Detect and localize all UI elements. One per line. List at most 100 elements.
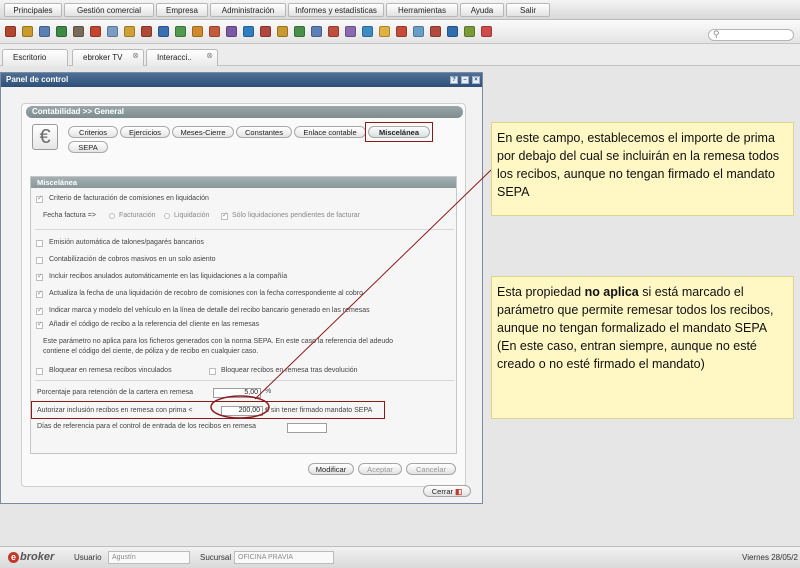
toolbar-icon[interactable] — [311, 26, 322, 37]
callout-no-aplica: Esta propiedad no aplica si está marcado… — [491, 276, 794, 419]
radio-liquidacion-label: Liquidación — [174, 212, 210, 219]
callout-importe-prima: En este campo, establecemos el importe d… — [491, 122, 794, 216]
close-icon[interactable]: ⊗ — [132, 48, 139, 63]
tab-meses-cierre[interactable]: Meses-Cierre — [172, 126, 234, 138]
toolbar-icon[interactable] — [175, 26, 186, 37]
tab-ebroker-tv[interactable]: ebroker TV ⊗ — [72, 49, 144, 66]
toolbar-icon[interactable] — [362, 26, 373, 37]
solo-liquidaciones-checkbox[interactable] — [221, 211, 228, 220]
menu-informes[interactable]: Informes y estadísticas — [288, 3, 384, 17]
toolbar-icon[interactable] — [192, 26, 203, 37]
toolbar-icon[interactable] — [413, 26, 424, 37]
modificar-button[interactable]: Modificar — [308, 463, 354, 475]
help-icon[interactable]: ? — [450, 76, 458, 84]
toolbar-icon[interactable] — [56, 26, 67, 37]
actualiza-fecha-checkbox[interactable] — [36, 289, 43, 298]
marca-modelo-label: Indicar marca y modelo del vehículo en l… — [49, 307, 370, 314]
solo-liquidaciones-label: Sólo liquidaciones pendientes de factura… — [232, 212, 361, 219]
aceptar-button[interactable]: Aceptar — [358, 463, 402, 475]
minimize-icon[interactable]: – — [461, 76, 469, 84]
tab-label: Escritorio — [13, 53, 47, 62]
panel-titlebar: Panel de control ? – × — [1, 73, 482, 87]
toolbar-icon[interactable] — [90, 26, 101, 37]
porcentaje-unit: % — [265, 388, 272, 395]
bloquear-devolucion-checkbox[interactable] — [209, 368, 216, 375]
dias-label: Días de referencia para el control de en… — [37, 423, 257, 430]
actualiza-fecha-label: Actualiza la fecha de una liquidación de… — [49, 290, 364, 297]
toolbar-icon[interactable] — [260, 26, 271, 37]
toolbar-icon[interactable] — [464, 26, 475, 37]
toolbar-icon[interactable] — [5, 26, 16, 37]
codigo-recibo-label: Añadir el código de recibo a la referenc… — [49, 321, 260, 328]
toolbar-icon[interactable] — [379, 26, 390, 37]
toolbar-icon[interactable] — [124, 26, 135, 37]
divider — [35, 229, 454, 230]
miscelanea-group: Miscelánea Criterio de facturación de co… — [30, 176, 457, 454]
cancelar-button[interactable]: Cancelar — [406, 463, 456, 475]
tab-enlace-contable[interactable]: Enlace contable — [294, 126, 366, 138]
toolbar-icon[interactable] — [294, 26, 305, 37]
panel-title: Panel de control — [6, 75, 69, 84]
toolbar-icon[interactable] — [39, 26, 50, 37]
codigo-recibo-checkbox[interactable] — [36, 320, 43, 329]
radio-facturacion[interactable] — [109, 213, 115, 219]
bloquear-vinculados-label: Bloquear en remesa recibos vinculados — [49, 367, 172, 374]
cerrar-button[interactable]: Cerrar ◧ — [423, 485, 471, 497]
close-icon[interactable]: × — [472, 76, 480, 84]
recibos-anulados-checkbox[interactable] — [36, 272, 43, 281]
global-search-input[interactable]: ⚲ — [708, 29, 794, 41]
radio-liquidacion[interactable] — [164, 213, 170, 219]
emision-checkbox[interactable] — [36, 240, 43, 247]
date-display: Viernes 28/05/2 — [742, 553, 798, 562]
toolbar-icon[interactable] — [430, 26, 441, 37]
toolbar-icon[interactable] — [243, 26, 254, 37]
marca-modelo-checkbox[interactable] — [36, 306, 43, 315]
toolbar-icon[interactable] — [107, 26, 118, 37]
toolbar-icon[interactable] — [328, 26, 339, 37]
menu-empresa[interactable]: Empresa — [156, 3, 208, 17]
callout-text: Esta propiedad — [497, 285, 585, 299]
tab-constantes[interactable]: Constantes — [236, 126, 292, 138]
toolbar-icon[interactable] — [396, 26, 407, 37]
tab-escritorio[interactable]: Escritorio — [2, 49, 68, 66]
radio-facturacion-label: Facturación — [119, 212, 156, 219]
autorizar-prima-input[interactable]: 200,00 — [221, 406, 263, 416]
menu-herramientas[interactable]: Herramientas — [386, 3, 458, 17]
menu-administracion[interactable]: Administración — [210, 3, 286, 17]
search-icon: ⚲ — [713, 29, 720, 39]
fecha-factura-label: Fecha factura => — [43, 212, 96, 219]
tab-label: Interacci.. — [157, 53, 192, 62]
logo-text: broker — [20, 551, 55, 563]
menu-ayuda[interactable]: Ayuda — [460, 3, 504, 17]
tab-interacciones[interactable]: Interacci.. ⊗ — [146, 49, 218, 66]
emision-label: Emisión automática de talones/pagarés ba… — [49, 239, 204, 246]
cobros-masivos-checkbox[interactable] — [36, 257, 43, 264]
toolbar-icon[interactable] — [22, 26, 33, 37]
dias-input[interactable] — [287, 423, 327, 433]
tab-sepa[interactable]: SEPA — [68, 141, 108, 153]
toolbar-icon[interactable] — [158, 26, 169, 37]
divider — [35, 380, 454, 381]
toolbar-icon[interactable] — [345, 26, 356, 37]
toolbar-icon[interactable] — [447, 26, 458, 37]
toolbar-icon[interactable] — [277, 26, 288, 37]
config-frame: Contabilidad >> General € Criterios Ejer… — [21, 103, 466, 487]
porcentaje-input[interactable]: 5,00 — [213, 388, 261, 398]
bloquear-vinculados-checkbox[interactable] — [36, 368, 43, 375]
toolbar-icon[interactable] — [141, 26, 152, 37]
tab-ejercicios[interactable]: Ejercicios — [120, 126, 170, 138]
menu-principales[interactable]: Principales — [4, 3, 62, 17]
menu-salir[interactable]: Salir — [506, 3, 550, 17]
toolbar-icon[interactable] — [226, 26, 237, 37]
toolbar-icon[interactable] — [481, 26, 492, 37]
tab-miscelanea[interactable]: Miscelánea — [368, 126, 430, 138]
close-icon[interactable]: ⊗ — [206, 48, 213, 63]
menu-gestion-comercial[interactable]: Gestión comercial — [64, 3, 154, 17]
toolbar-icon[interactable] — [209, 26, 220, 37]
criterio-checkbox[interactable] — [36, 194, 43, 203]
sucursal-label: Sucursal — [200, 553, 232, 562]
window-tab-bar: Escritorio ebroker TV ⊗ Interacci.. ⊗ — [0, 44, 800, 66]
control-panel-window: Panel de control ? – × Contabilidad >> G… — [0, 72, 483, 504]
tab-criterios[interactable]: Criterios — [68, 126, 118, 138]
toolbar-icon[interactable] — [73, 26, 84, 37]
